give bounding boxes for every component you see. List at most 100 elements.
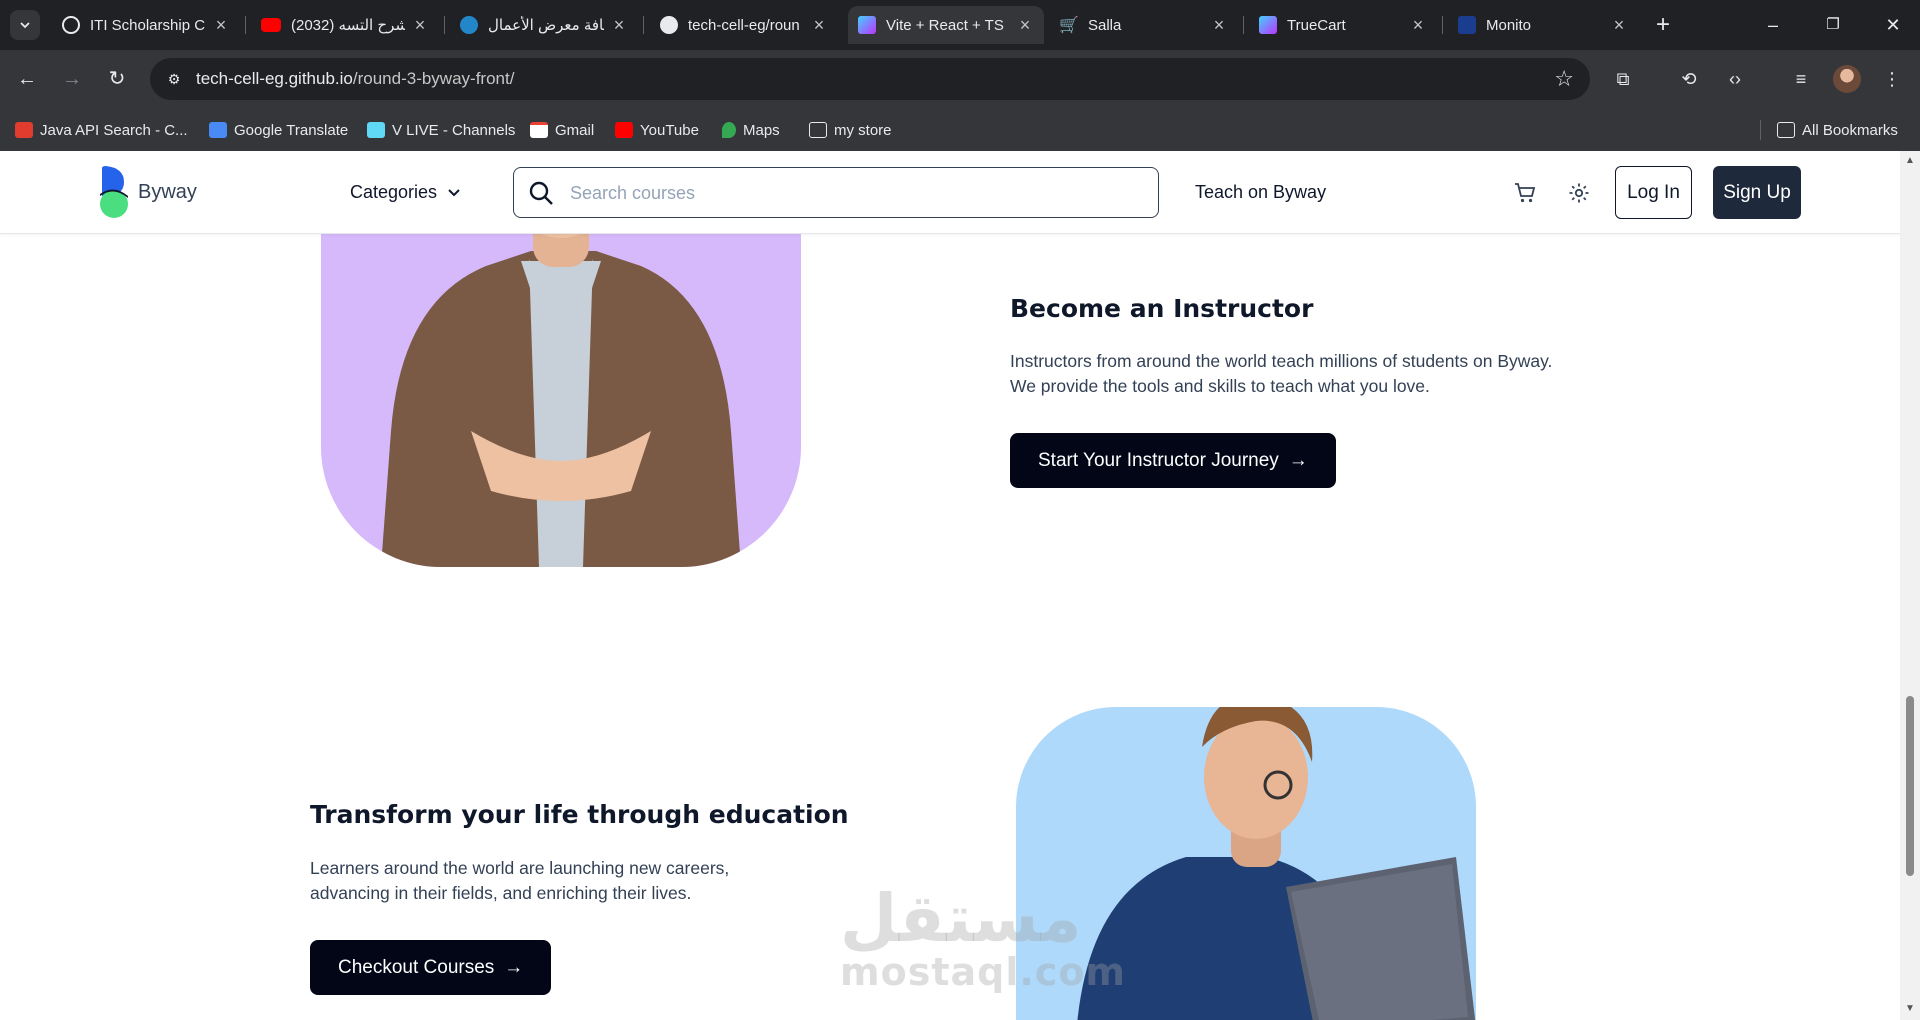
folder-icon	[1777, 122, 1795, 138]
transform-description-line: advancing in their fields, and enriching…	[310, 883, 692, 903]
button-label: Checkout Courses	[338, 956, 495, 978]
bookmark-gmail[interactable]: Gmail	[530, 120, 594, 140]
extensions-icon[interactable]: ⧉	[1608, 64, 1638, 94]
folder-icon	[809, 122, 827, 138]
browser-chrome: ITI Scholarship C × (2032) شرح التسه × إ…	[0, 0, 1920, 151]
tab-title: ITI Scholarship C	[90, 16, 206, 34]
tab-separator	[245, 16, 246, 34]
bookmark-label: All Bookmarks	[1802, 121, 1898, 139]
close-icon[interactable]: ×	[411, 15, 429, 36]
tab-youtube-video[interactable]: (2032) شرح التسه ×	[251, 6, 439, 44]
profile-avatar[interactable]	[1833, 65, 1861, 93]
java-icon	[15, 122, 33, 138]
minimize-button[interactable]: –	[1758, 10, 1788, 40]
bookmark-my-store[interactable]: my store	[809, 120, 892, 140]
vite-icon	[858, 16, 876, 34]
tab-salla[interactable]: 🛒 Salla ×	[1050, 6, 1238, 44]
close-icon[interactable]: ×	[1409, 15, 1427, 36]
close-icon[interactable]: ×	[212, 15, 230, 36]
window-close-button[interactable]: ✕	[1878, 10, 1908, 40]
scroll-up-arrow-icon[interactable]: ▲	[1904, 155, 1916, 167]
gmail-icon	[530, 122, 548, 138]
page-scrollbar[interactable]: ▲ ▼	[1900, 151, 1920, 1020]
history-icon[interactable]: ⟲	[1674, 64, 1704, 94]
url-text[interactable]: tech-cell-eg.github.io/round-3-byway-fro…	[196, 69, 514, 89]
restore-button[interactable]: ❐	[1818, 10, 1848, 40]
bookmark-label: Maps	[743, 121, 780, 139]
youtube-icon	[615, 122, 633, 138]
bookmark-google-translate[interactable]: Google Translate	[209, 120, 348, 140]
bookmark-java-api[interactable]: Java API Search - C...	[15, 120, 188, 140]
bookmark-youtube[interactable]: YouTube	[615, 120, 699, 140]
media-control-icon[interactable]: ≡	[1786, 64, 1816, 94]
start-instructor-journey-button[interactable]: Start Your Instructor Journey →	[1010, 433, 1336, 488]
close-icon[interactable]: ×	[1210, 15, 1228, 36]
address-bar[interactable]: ⚙ tech-cell-eg.github.io/round-3-byway-f…	[150, 58, 1590, 100]
instructor-description-line: We provide the tools and skills to teach…	[1010, 376, 1430, 396]
site-header: Byway Categories Teach on Byway Log In S…	[0, 151, 1900, 234]
new-tab-button[interactable]: +	[1650, 12, 1676, 38]
byway-logo-icon[interactable]	[98, 166, 130, 218]
maps-pin-icon	[722, 122, 736, 138]
tab-search-button[interactable]	[10, 10, 40, 40]
menu-kebab-icon[interactable]: ⋮	[1877, 64, 1907, 94]
devtools-code-icon[interactable]: ‹›	[1720, 64, 1750, 94]
close-icon[interactable]: ×	[1016, 15, 1034, 36]
button-label: Start Your Instructor Journey	[1038, 449, 1279, 471]
tab-strip: ITI Scholarship C × (2032) شرح التسه × إ…	[0, 0, 1920, 50]
teach-on-byway-link[interactable]: Teach on Byway	[1195, 182, 1326, 203]
openai-icon	[62, 16, 80, 34]
arrow-right-icon: →	[504, 956, 524, 978]
bookmark-label: Gmail	[555, 121, 595, 139]
tab-monito[interactable]: Monito ×	[1448, 6, 1638, 44]
vlive-icon	[367, 122, 385, 138]
page-viewport: Become an Instructor Instructors from ar…	[0, 151, 1900, 1020]
categories-label: Categories	[350, 182, 438, 202]
tab-github[interactable]: tech-cell-eg/roun ×	[650, 6, 838, 44]
watermark-latin: mostaql.com	[840, 950, 1127, 994]
signup-button[interactable]: Sign Up	[1713, 166, 1801, 219]
cart-icon[interactable]	[1513, 181, 1537, 205]
bookmark-vlive[interactable]: V LIVE - Channels	[367, 120, 515, 140]
search-icon	[529, 181, 553, 205]
bookmark-star-icon[interactable]: ☆	[1554, 66, 1574, 92]
search-box[interactable]	[513, 167, 1159, 218]
transform-description-line: Learners around the world are launching …	[310, 858, 730, 878]
tab-truecart[interactable]: TrueCart ×	[1249, 6, 1437, 44]
close-icon[interactable]: ×	[610, 15, 628, 36]
cart-icon: 🛒	[1059, 17, 1079, 34]
tab-mostaql[interactable]: إضافة معرض الأعمال ×	[450, 6, 638, 44]
close-icon[interactable]: ×	[1610, 15, 1628, 36]
bookmark-label: Google Translate	[234, 121, 349, 139]
reload-button[interactable]: ↻	[102, 64, 132, 94]
tab-iti[interactable]: ITI Scholarship C ×	[52, 6, 240, 44]
arrow-right-icon: →	[1288, 449, 1308, 471]
tab-separator	[1442, 16, 1443, 34]
scrollbar-thumb[interactable]	[1906, 696, 1914, 876]
site-info-icon[interactable]: ⚙	[164, 69, 184, 89]
instructor-description-line: Instructors from around the world teach …	[1010, 351, 1553, 371]
tab-title: إضافة معرض الأعمال	[488, 17, 604, 34]
tab-separator	[1243, 16, 1244, 34]
scroll-down-arrow-icon[interactable]: ▼	[1904, 1003, 1916, 1015]
tab-vite-active[interactable]: Vite + React + TS ×	[848, 6, 1044, 44]
search-input[interactable]	[570, 178, 1130, 208]
back-button[interactable]: ←	[12, 64, 42, 94]
checkout-courses-button[interactable]: Checkout Courses →	[310, 940, 552, 995]
bookmark-label: my store	[834, 121, 892, 139]
vite-icon	[1259, 16, 1277, 34]
chevron-down-icon	[448, 188, 460, 196]
watermark-arabic: مستقل	[840, 880, 1082, 957]
categories-dropdown[interactable]: Categories	[350, 182, 461, 203]
bookmark-label: YouTube	[640, 121, 699, 139]
tab-title: TrueCart	[1287, 16, 1346, 34]
brand-name[interactable]: Byway	[138, 181, 197, 204]
login-button[interactable]: Log In	[1615, 166, 1692, 219]
bookmark-maps[interactable]: Maps	[722, 120, 780, 140]
close-icon[interactable]: ×	[810, 15, 828, 36]
forward-button[interactable]: →	[57, 64, 87, 94]
tab-title: Vite + React + TS	[886, 16, 1004, 34]
all-bookmarks[interactable]: All Bookmarks	[1777, 120, 1898, 140]
mostaql-watermark: مستقل mostaql.com	[840, 880, 1127, 994]
settings-gear-icon[interactable]	[1567, 181, 1591, 205]
